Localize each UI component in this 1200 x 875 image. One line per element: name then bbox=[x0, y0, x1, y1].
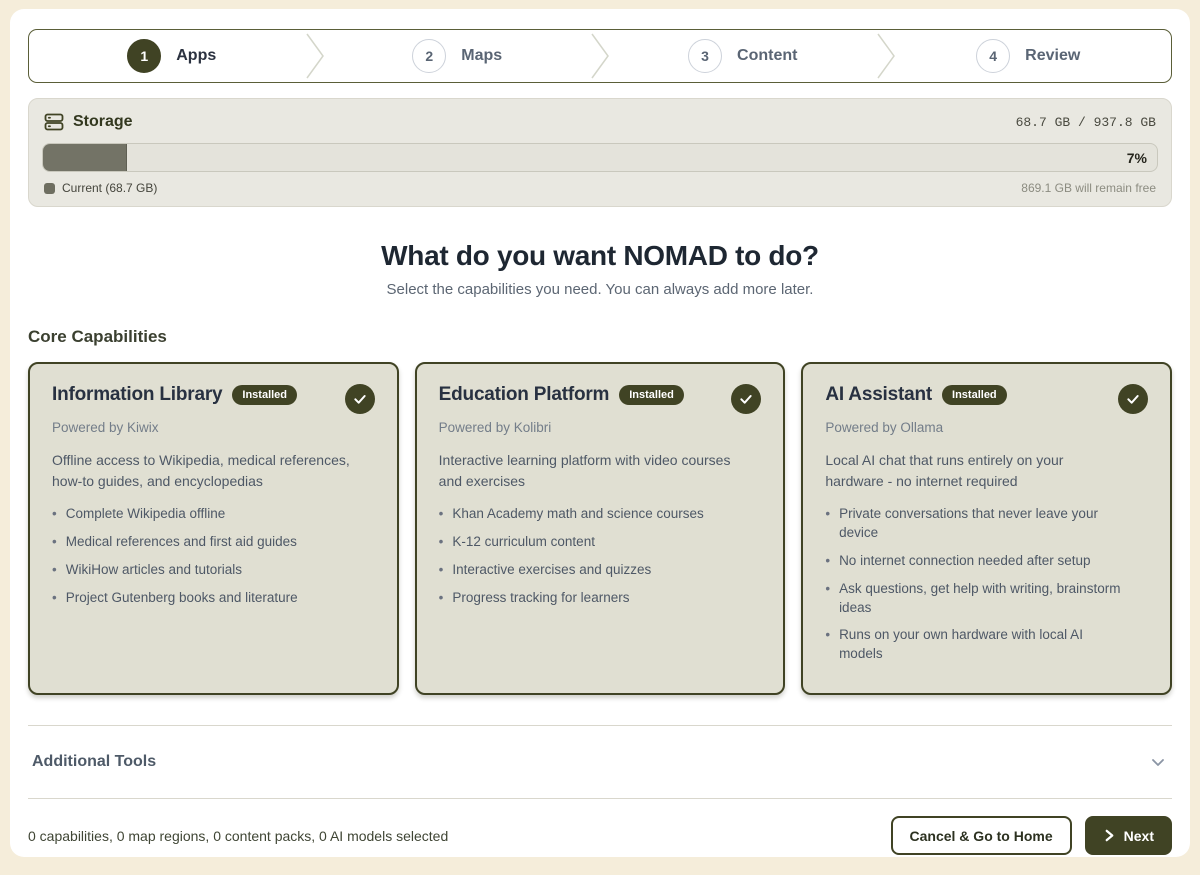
card-title: AI Assistant bbox=[825, 384, 932, 406]
stepper-step[interactable]: 4 Review bbox=[886, 30, 1172, 82]
feature-text: K-12 curriculum content bbox=[452, 533, 595, 552]
step-label: Review bbox=[1025, 47, 1080, 65]
bullet-icon: • bbox=[825, 580, 830, 618]
step-number: 2 bbox=[425, 48, 433, 64]
bullet-icon: • bbox=[439, 533, 444, 552]
feature-text: Medical references and first aid guides bbox=[66, 533, 297, 552]
selected-check-icon bbox=[1118, 384, 1148, 414]
additional-tools-heading: Additional Tools bbox=[32, 753, 156, 771]
capability-cards: Information Library Installed Powered by… bbox=[28, 362, 1172, 695]
installed-badge: Installed bbox=[619, 385, 684, 405]
capability-card[interactable]: AI Assistant Installed Powered by Ollama… bbox=[801, 362, 1172, 695]
feature-item: • No internet connection needed after set… bbox=[825, 552, 1125, 571]
stepper-step[interactable]: 2 Maps bbox=[315, 30, 601, 82]
card-description: Local AI chat that runs entirely on your… bbox=[825, 450, 1125, 492]
legend-current-label: Current (68.7 GB) bbox=[62, 181, 157, 195]
feature-list: • Khan Academy math and science courses •… bbox=[439, 505, 762, 608]
page-subtitle: Select the capabilities you need. You ca… bbox=[28, 281, 1172, 298]
feature-text: Project Gutenberg books and literature bbox=[66, 589, 298, 608]
storage-progress-bar: 7% bbox=[42, 143, 1158, 172]
installed-badge: Installed bbox=[232, 385, 297, 405]
page-title: What do you want NOMAD to do? bbox=[28, 240, 1172, 272]
stepper-step[interactable]: 3 Content bbox=[600, 30, 886, 82]
wizard-stepper: 1 Apps 2 Maps 3 Content 4 Review bbox=[28, 29, 1172, 83]
next-button-label: Next bbox=[1124, 828, 1154, 844]
card-description: Offline access to Wikipedia, medical ref… bbox=[52, 450, 352, 492]
storage-usage-text: 68.7 GB / 937.8 GB bbox=[1016, 115, 1156, 130]
step-label: Maps bbox=[461, 47, 502, 65]
step-number: 4 bbox=[989, 48, 997, 64]
feature-item: • Interactive exercises and quizzes bbox=[439, 561, 739, 580]
next-button[interactable]: Next bbox=[1085, 816, 1172, 855]
selected-check-icon bbox=[731, 384, 761, 414]
step-label: Content bbox=[737, 47, 797, 65]
feature-text: Private conversations that never leave y… bbox=[839, 505, 1125, 543]
step-number: 1 bbox=[140, 48, 148, 64]
additional-tools-toggle[interactable]: Additional Tools bbox=[28, 725, 1172, 799]
powered-by-label: Powered by Kolibri bbox=[439, 420, 762, 435]
storage-panel: Storage 68.7 GB / 937.8 GB 7% Current (6… bbox=[28, 98, 1172, 207]
wizard-footer: 0 capabilities, 0 map regions, 0 content… bbox=[28, 816, 1172, 855]
bullet-icon: • bbox=[825, 552, 830, 571]
feature-item: • Complete Wikipedia offline bbox=[52, 505, 352, 524]
feature-text: Interactive exercises and quizzes bbox=[452, 561, 651, 580]
bullet-icon: • bbox=[52, 589, 57, 608]
storage-title: Storage bbox=[73, 113, 133, 131]
powered-by-label: Powered by Ollama bbox=[825, 420, 1148, 435]
bullet-icon: • bbox=[439, 505, 444, 524]
bullet-icon: • bbox=[52, 505, 57, 524]
feature-text: WikiHow articles and tutorials bbox=[66, 561, 242, 580]
bullet-icon: • bbox=[439, 561, 444, 580]
current-usage-swatch bbox=[44, 183, 55, 194]
bullet-icon: • bbox=[825, 505, 830, 543]
installed-badge: Installed bbox=[942, 385, 1007, 405]
card-title: Education Platform bbox=[439, 384, 610, 406]
storage-percent-label: 7% bbox=[1127, 150, 1147, 166]
bullet-icon: • bbox=[52, 533, 57, 552]
powered-by-label: Powered by Kiwix bbox=[52, 420, 375, 435]
step-number-badge: 1 bbox=[127, 39, 161, 73]
setup-wizard-panel: 1 Apps 2 Maps 3 Content 4 Review bbox=[10, 9, 1190, 857]
cancel-button-label: Cancel & Go to Home bbox=[910, 828, 1053, 844]
cancel-button[interactable]: Cancel & Go to Home bbox=[891, 816, 1072, 855]
capability-card[interactable]: Information Library Installed Powered by… bbox=[28, 362, 399, 695]
feature-item: • K-12 curriculum content bbox=[439, 533, 739, 552]
feature-item: •Runs on your own hardware with local AI… bbox=[825, 626, 1125, 664]
capability-card[interactable]: Education Platform Installed Powered by … bbox=[415, 362, 786, 695]
remaining-free-label: 869.1 GB will remain free bbox=[1021, 181, 1156, 195]
feature-list: • Complete Wikipedia offline • Medical ref… bbox=[52, 505, 375, 608]
feature-text: No internet connection needed after setu… bbox=[839, 552, 1090, 571]
card-title: Information Library bbox=[52, 384, 222, 406]
feature-list: •Private conversations that never leave … bbox=[825, 505, 1148, 664]
step-number-badge: 3 bbox=[688, 39, 722, 73]
selection-summary: 0 capabilities, 0 map regions, 0 content… bbox=[28, 828, 448, 844]
step-number-badge: 4 bbox=[976, 39, 1010, 73]
hard-drive-icon bbox=[44, 112, 64, 132]
feature-item: •Ask questions, get help with writing, b… bbox=[825, 580, 1125, 618]
step-label: Apps bbox=[176, 47, 216, 65]
bullet-icon: • bbox=[439, 589, 444, 608]
step-number-badge: 2 bbox=[412, 39, 446, 73]
feature-text: Runs on your own hardware with local AI … bbox=[839, 626, 1125, 664]
feature-item: • WikiHow articles and tutorials bbox=[52, 561, 352, 580]
step-number: 3 bbox=[701, 48, 709, 64]
chevron-down-icon bbox=[1148, 752, 1168, 772]
feature-text: Progress tracking for learners bbox=[452, 589, 629, 608]
bullet-icon: • bbox=[825, 626, 830, 664]
storage-progress-fill bbox=[43, 144, 127, 171]
card-description: Interactive learning platform with video… bbox=[439, 450, 739, 492]
core-capabilities-heading: Core Capabilities bbox=[28, 327, 1172, 347]
feature-item: •Private conversations that never leave … bbox=[825, 505, 1125, 543]
feature-text: Complete Wikipedia offline bbox=[66, 505, 226, 524]
feature-item: • Project Gutenberg books and literature bbox=[52, 589, 352, 608]
feature-text: Khan Academy math and science courses bbox=[452, 505, 703, 524]
feature-item: • Progress tracking for learners bbox=[439, 589, 739, 608]
feature-text: Ask questions, get help with writing, br… bbox=[839, 580, 1125, 618]
stepper-step[interactable]: 1 Apps bbox=[29, 30, 315, 82]
feature-item: • Khan Academy math and science courses bbox=[439, 505, 739, 524]
selected-check-icon bbox=[345, 384, 375, 414]
feature-item: • Medical references and first aid guides bbox=[52, 533, 352, 552]
chevron-right-icon bbox=[1103, 829, 1116, 842]
bullet-icon: • bbox=[52, 561, 57, 580]
